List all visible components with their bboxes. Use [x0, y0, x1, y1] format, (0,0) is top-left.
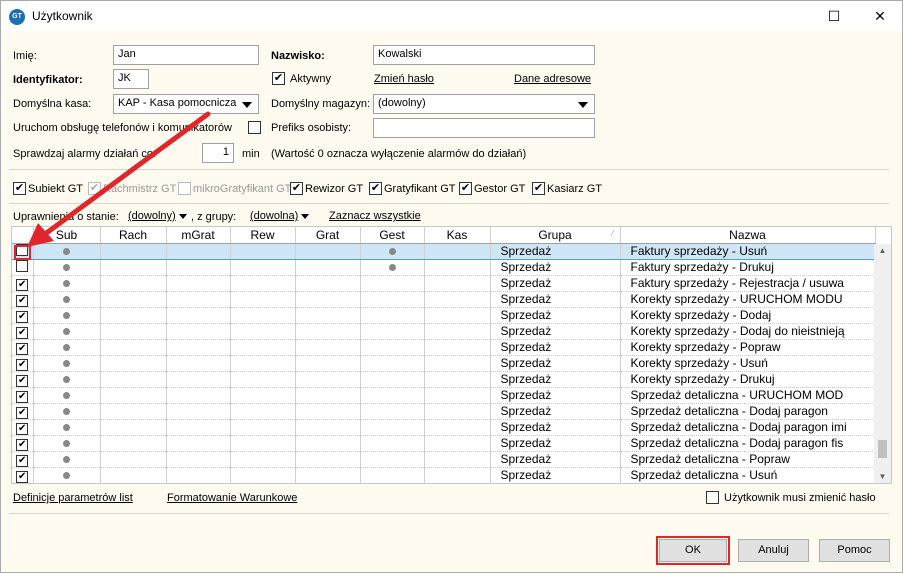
user-dialog: GT Użytkownik ☐ ✕ Imię: Jan Nazwisko: Ko… — [0, 0, 903, 573]
annotation-arrow — [27, 111, 211, 247]
